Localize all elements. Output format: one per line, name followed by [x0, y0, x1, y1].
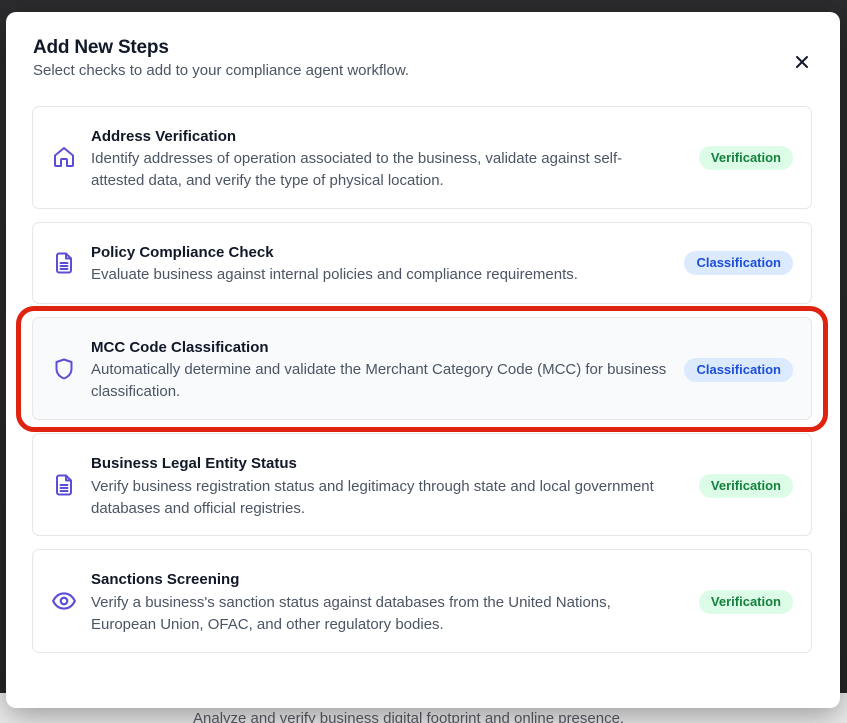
document-icon	[51, 250, 77, 276]
document-icon	[51, 472, 77, 498]
close-icon	[796, 56, 808, 68]
step-category-badge: Verification	[698, 146, 793, 170]
home-icon	[51, 144, 77, 170]
dialog-title: Add New Steps	[33, 37, 169, 58]
step-description: Automatically determine and validate the…	[91, 361, 667, 400]
step-description: Verify business registration status and …	[91, 478, 654, 517]
step-category-badge: Verification	[698, 590, 793, 614]
step-card-business-legal-entity-status[interactable]: Business Legal Entity Status Verify busi…	[32, 433, 812, 536]
dialog-subtitle: Select checks to add to your compliance …	[33, 62, 410, 79]
step-description: Evaluate business against internal polic…	[91, 266, 578, 283]
step-description: Identify addresses of operation associat…	[91, 150, 623, 189]
eye-icon	[51, 588, 77, 614]
step-card-address-verification[interactable]: Address Verification Identify addresses …	[32, 106, 812, 209]
step-title: Address Verification	[91, 128, 237, 145]
step-description: Verify a business's sanction status agai…	[91, 594, 611, 633]
close-button[interactable]	[792, 52, 812, 72]
step-category-badge: Classification	[684, 251, 793, 275]
step-title: MCC Code Classification	[91, 339, 269, 356]
step-title: Sanctions Screening	[91, 571, 240, 588]
step-title: Business Legal Entity Status	[91, 455, 297, 472]
add-steps-dialog: Add New Steps Select checks to add to yo…	[6, 12, 840, 708]
step-card-policy-compliance-check[interactable]: Policy Compliance Check Evaluate busines…	[32, 222, 812, 304]
shield-icon	[51, 356, 77, 382]
background-step-description: Analyze and verify business digital foot…	[193, 710, 625, 723]
step-category-badge: Verification	[698, 474, 793, 498]
step-card-sanctions-screening[interactable]: Sanctions Screening Verify a business's …	[32, 549, 812, 653]
step-category-badge: Classification	[684, 358, 793, 382]
step-card-mcc-code-classification[interactable]: MCC Code Classification Automatically de…	[32, 317, 812, 420]
step-title: Policy Compliance Check	[91, 244, 274, 261]
